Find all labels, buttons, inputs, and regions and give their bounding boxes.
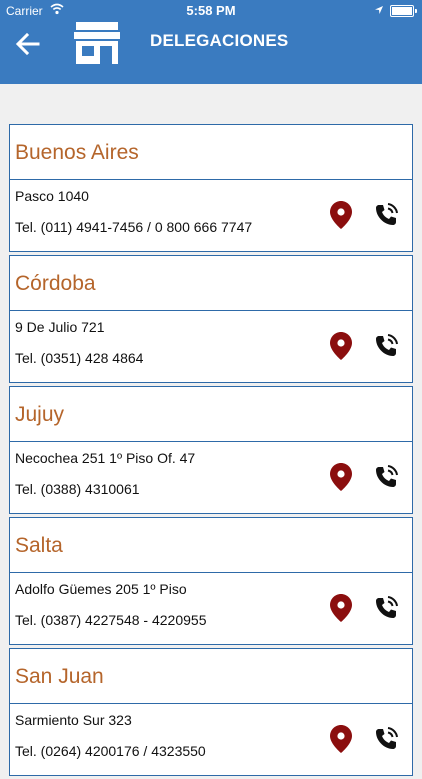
app-header: Carrier 5:58 PM DELEGACIONES	[0, 0, 422, 84]
delegation-card: Salta Adolfo Güemes 205 1º Piso Tel. (03…	[9, 517, 413, 645]
delegation-details: Adolfo Güemes 205 1º Piso Tel. (0387) 42…	[10, 573, 412, 644]
delegation-details: Sarmiento Sur 323 Tel. (0264) 4200176 / …	[10, 704, 412, 775]
map-pin-icon[interactable]	[330, 201, 352, 229]
delegation-address: 9 De Julio 721	[15, 319, 105, 335]
status-bar: Carrier 5:58 PM	[0, 0, 422, 22]
delegation-list: Buenos Aires Pasco 1040 Tel. (011) 4941-…	[9, 124, 413, 779]
delegation-name: Salta	[10, 518, 412, 573]
delegation-card: Córdoba 9 De Julio 721 Tel. (0351) 428 4…	[9, 255, 413, 383]
delegation-card: Jujuy Necochea 251 1º Piso Of. 47 Tel. (…	[9, 386, 413, 514]
battery-icon	[390, 5, 417, 17]
phone-call-icon[interactable]	[372, 725, 400, 753]
map-pin-icon[interactable]	[330, 332, 352, 360]
delegation-details: 9 De Julio 721 Tel. (0351) 428 4864	[10, 311, 412, 382]
map-pin-icon[interactable]	[330, 725, 352, 753]
delegation-address: Adolfo Güemes 205 1º Piso	[15, 581, 187, 597]
storefront-icon	[72, 22, 122, 64]
delegation-phone: Tel. (0264) 4200176 / 4323550	[15, 743, 206, 759]
delegation-address: Necochea 251 1º Piso Of. 47	[15, 450, 196, 466]
delegation-name: Jujuy	[10, 387, 412, 442]
delegation-card: San Juan Sarmiento Sur 323 Tel. (0264) 4…	[9, 648, 413, 776]
delegation-name: Buenos Aires	[10, 125, 412, 180]
delegation-address: Sarmiento Sur 323	[15, 712, 132, 728]
delegation-phone: Tel. (0388) 4310061	[15, 481, 140, 497]
page-title: DELEGACIONES	[150, 31, 289, 50]
delegation-details: Necochea 251 1º Piso Of. 47 Tel. (0388) …	[10, 442, 412, 513]
delegation-name: San Juan	[10, 649, 412, 704]
phone-call-icon[interactable]	[372, 594, 400, 622]
map-pin-icon[interactable]	[330, 594, 352, 622]
clock: 5:58 PM	[186, 3, 236, 18]
delegation-name: Córdoba	[10, 256, 412, 311]
arrow-left-icon[interactable]	[14, 32, 42, 56]
delegation-phone: Tel. (0387) 4227548 - 4220955	[15, 612, 207, 628]
map-pin-icon[interactable]	[330, 463, 352, 491]
delegation-phone: Tel. (011) 4941-7456 / 0 800 666 7747	[15, 219, 253, 235]
phone-call-icon[interactable]	[372, 201, 400, 229]
delegation-address: Pasco 1040	[15, 188, 89, 204]
delegation-card: Buenos Aires Pasco 1040 Tel. (011) 4941-…	[9, 124, 413, 252]
location-arrow-icon	[374, 4, 384, 18]
delegation-phone: Tel. (0351) 428 4864	[15, 350, 144, 366]
phone-call-icon[interactable]	[372, 332, 400, 360]
delegation-details: Pasco 1040 Tel. (011) 4941-7456 / 0 800 …	[10, 180, 412, 251]
phone-call-icon[interactable]	[372, 463, 400, 491]
